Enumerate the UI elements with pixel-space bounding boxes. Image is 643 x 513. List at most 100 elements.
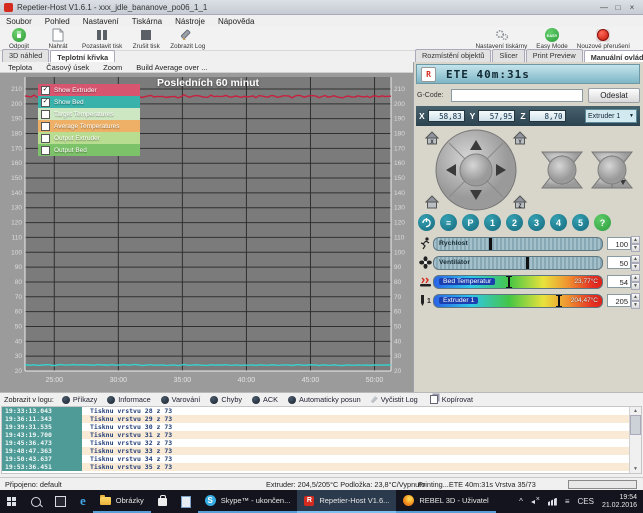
show-log-button[interactable]: Zobrazit Log	[170, 28, 205, 50]
legend-checkbox[interactable]	[41, 134, 50, 143]
quick-buttons-row: ≡ P12345?	[418, 214, 611, 231]
temperature-curve-pane: Teplota Časový úsek Zoom Build Average over…	[0, 62, 413, 392]
park-button[interactable]: P	[462, 214, 479, 231]
fan-slider[interactable]: Ventilátor	[433, 256, 603, 270]
legend-checkbox[interactable]	[41, 146, 50, 155]
preset-3-button[interactable]: 3	[528, 214, 545, 231]
show-log-label: Zobrazit Log	[170, 43, 205, 50]
chart-menu-item-0[interactable]: Teplota	[8, 63, 32, 72]
extruder-select[interactable]: Extruder 1▼	[585, 109, 637, 123]
preset-1-button[interactable]: 1	[484, 214, 501, 231]
log-toggle-3[interactable]: Chyby	[210, 395, 242, 404]
log-toggle-2[interactable]: Varování	[161, 395, 201, 404]
speed-value[interactable]: 100	[607, 237, 631, 250]
firefox-taskbar-button[interactable]: REBEL 3D - Uživatel...	[396, 490, 496, 513]
extruder-temp-slider[interactable]: Extruder 1 204,47°C	[433, 294, 603, 308]
scroll-thumb[interactable]	[630, 415, 641, 435]
chart-menu: Teplota Časový úsek Zoom Build Average over…	[0, 62, 413, 73]
bed-stepper[interactable]: ▲▼	[631, 274, 640, 289]
extruder-stepper[interactable]: ▲▼	[631, 293, 640, 308]
preset-2-button[interactable]: 2	[506, 214, 523, 231]
copy-log-button[interactable]: Kopírovat	[430, 395, 473, 404]
legend-checkbox[interactable]: ✓	[41, 86, 50, 95]
action-center-icon[interactable]: ≡	[565, 497, 570, 506]
legend-item-1[interactable]: ✓Show Bed	[38, 96, 140, 108]
scroll-up-icon[interactable]: ▲	[633, 407, 638, 415]
legend-item-5[interactable]: Output Bed	[38, 144, 140, 156]
tab-right-2[interactable]: Print Preview	[526, 49, 583, 62]
taskbar-search-button[interactable]	[24, 490, 48, 513]
printer-settings-button[interactable]: Nastavení tiskárny	[475, 28, 527, 50]
log-toggle-0[interactable]: Příkazy	[62, 395, 97, 404]
menu-item-0[interactable]: Soubor	[6, 17, 32, 26]
speed-stepper[interactable]: ▲▼	[631, 236, 640, 251]
clear-log-icon	[371, 396, 378, 403]
legend-checkbox[interactable]: ✓	[41, 98, 50, 107]
svg-text:25:00: 25:00	[46, 377, 64, 384]
clear-log-button[interactable]: Vyčistit Log	[371, 395, 418, 404]
legend-item-4[interactable]: Output Extruder	[38, 132, 140, 144]
tab-right-1[interactable]: Slicer	[492, 49, 524, 62]
legend-checkbox[interactable]	[41, 110, 50, 119]
preset-4-button[interactable]: 4	[550, 214, 567, 231]
chart-menu-item-1[interactable]: Časový úsek	[46, 63, 89, 72]
menu-item-4[interactable]: Nástroje	[175, 17, 205, 26]
tab-right-0[interactable]: Rozmístění objektů	[415, 49, 491, 62]
legend-item-0[interactable]: ✓Show Extruder	[38, 84, 140, 96]
gcode-input[interactable]	[451, 89, 583, 102]
volume-muted-icon[interactable]	[531, 498, 540, 506]
chart-menu-item-2[interactable]: Zoom	[103, 63, 122, 72]
skype-icon: S	[205, 495, 216, 506]
bed-target-value[interactable]: 54	[607, 275, 631, 288]
send-button[interactable]: Odeslat	[588, 88, 640, 103]
skype-taskbar-button[interactable]: SSkype™ - ukončen...	[198, 490, 298, 513]
repetier-taskbar-button[interactable]: RRepetier-Host V1.6...	[297, 490, 396, 513]
emergency-stop-button[interactable]: Nouzové přerušení	[577, 28, 630, 50]
svg-text:20: 20	[15, 368, 23, 375]
clock[interactable]: 19:54 21.02.2016	[602, 494, 637, 510]
power-button[interactable]	[418, 214, 435, 231]
edge-taskbar-button[interactable]: e	[73, 490, 93, 513]
menu-item-5[interactable]: Nápověda	[218, 17, 254, 26]
load-button[interactable]: Nahrát	[43, 28, 73, 50]
motors-off-button[interactable]: ≡	[440, 214, 457, 231]
cancel-print-button[interactable]: Zrušit tisk	[131, 28, 161, 50]
speed-slider[interactable]: Rychlost	[433, 237, 603, 251]
menu-item-2[interactable]: Nastavení	[83, 17, 119, 26]
jog-controls[interactable]: X Y Z	[416, 128, 642, 212]
pause-print-button[interactable]: Pozastavit tisk	[82, 28, 122, 50]
start-button[interactable]	[0, 490, 24, 513]
chart-menu-item-3[interactable]: Build Average over ...	[136, 63, 207, 72]
extruder-target-value[interactable]: 205	[607, 294, 631, 307]
close-button[interactable]: ×	[625, 3, 639, 12]
disconnect-button[interactable]: Odpojit	[4, 28, 34, 50]
bed-temp-slider[interactable]: Bed Temperatur 23,77°C	[433, 275, 603, 289]
language-indicator[interactable]: CES	[578, 497, 594, 506]
tab-left-0[interactable]: 3D náhled	[2, 49, 49, 62]
legend-item-3[interactable]: Average Temperatures	[38, 120, 140, 132]
svg-text:110: 110	[394, 234, 405, 241]
menu-item-3[interactable]: Tiskárna	[132, 17, 162, 26]
store-taskbar-button[interactable]	[151, 490, 174, 513]
task-view-button[interactable]	[48, 490, 73, 513]
legend-item-2[interactable]: Target Temperatures	[38, 108, 140, 120]
legend-checkbox[interactable]	[41, 122, 50, 131]
network-icon[interactable]	[548, 498, 557, 506]
minimize-button[interactable]: —	[597, 3, 611, 12]
explorer-taskbar-button[interactable]: Obrázky	[93, 490, 151, 513]
log-toggle-1[interactable]: Informace	[107, 395, 150, 404]
easy-mode-button[interactable]: EASY Easy Mode	[536, 28, 568, 50]
document-taskbar-button[interactable]	[174, 490, 198, 513]
fan-stepper[interactable]: ▲▼	[631, 255, 640, 270]
tray-chevron-icon[interactable]: ^	[519, 497, 523, 506]
log-toggle-5[interactable]: Automaticky posun	[288, 395, 361, 404]
menu-item-1[interactable]: Pohled	[45, 17, 70, 26]
preset-5-button[interactable]: 5	[572, 214, 589, 231]
scroll-down-icon[interactable]: ▼	[633, 465, 638, 473]
maximize-button[interactable]: □	[611, 3, 625, 12]
fan-value[interactable]: 50	[607, 256, 631, 269]
log-scrollbar[interactable]: ▲ ▼	[629, 407, 641, 473]
log-toggle-4[interactable]: ACK	[252, 395, 278, 404]
title-bar[interactable]: Repetier-Host V1.6.1 - xxx_jdle_bananove…	[0, 0, 643, 15]
help-button[interactable]: ?	[594, 214, 611, 231]
